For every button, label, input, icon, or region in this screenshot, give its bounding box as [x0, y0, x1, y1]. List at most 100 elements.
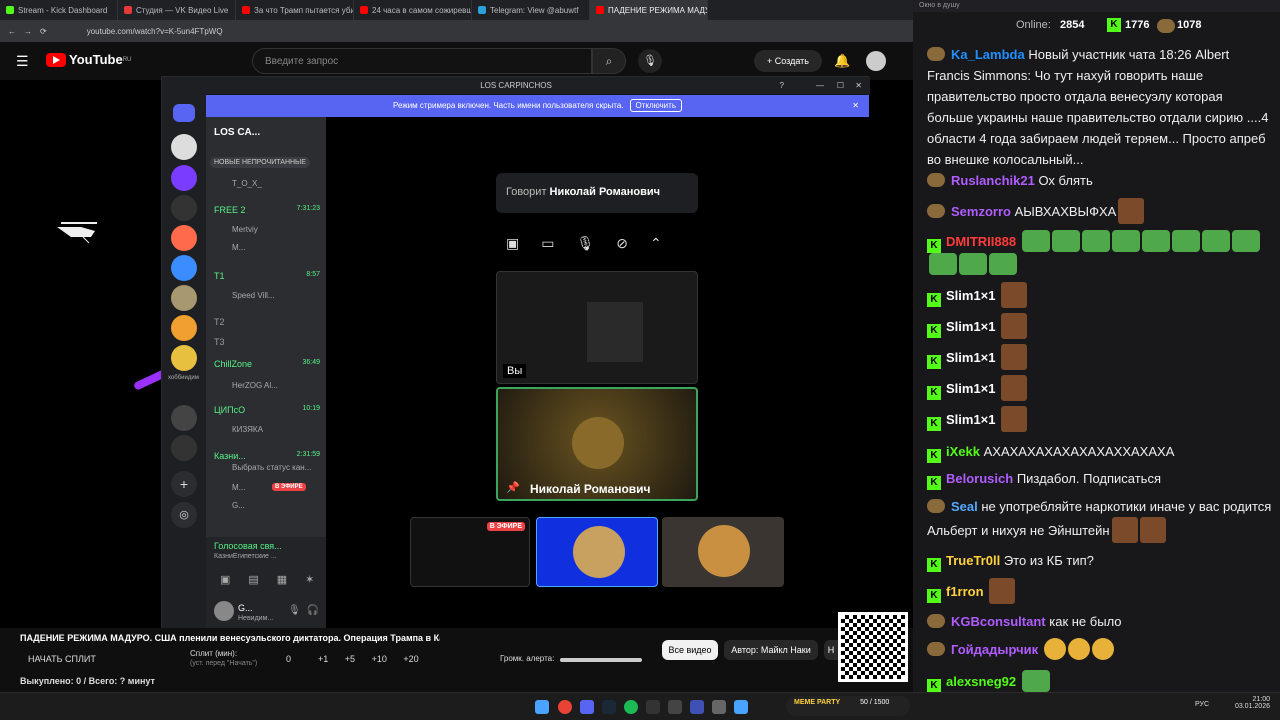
guild-icon[interactable]	[171, 225, 197, 251]
channel-item[interactable]: T2	[214, 317, 225, 327]
chat-username[interactable]: Гойдадырчик	[951, 642, 1038, 657]
mic-icon[interactable]: 🎙	[638, 49, 662, 73]
add-server-icon[interactable]: +	[171, 471, 197, 497]
discord-home-icon[interactable]	[173, 104, 195, 122]
author-chip[interactable]: Автор: Майкл Наки	[724, 640, 818, 660]
chat-username[interactable]: iXekk	[946, 444, 980, 459]
chat-username[interactable]: Ruslanchik21	[951, 173, 1035, 188]
split-increments[interactable]: +1 +5 +10 +20	[318, 654, 419, 664]
channel-item[interactable]: FREE 2	[214, 205, 246, 215]
close-icon[interactable]: ✕	[855, 77, 862, 94]
forward-icon[interactable]: →	[24, 27, 32, 36]
minimize-icon[interactable]: —	[816, 77, 824, 94]
url-text[interactable]: youtube.com/watch?v=K-5un4FTpWQ	[87, 27, 223, 36]
keyboard-language[interactable]: РУС	[1195, 701, 1209, 708]
chat-username[interactable]: Slim1×1	[946, 381, 996, 396]
clock[interactable]: 21:00 03.01.2026	[1228, 696, 1270, 710]
guild-icon[interactable]	[171, 134, 197, 160]
live-tile[interactable]: В ЭФИРЕ	[410, 517, 530, 587]
help-icon[interactable]: ?	[780, 77, 784, 94]
discord-icon[interactable]	[580, 700, 594, 714]
stage-controls[interactable]: ▣▭🎙⊘⌃	[506, 235, 684, 252]
app-icon[interactable]	[734, 700, 748, 714]
disable-streamer-button[interactable]: Отключить	[629, 99, 682, 112]
chrome-icon[interactable]	[558, 700, 572, 714]
avatar[interactable]	[866, 51, 886, 71]
app-icon[interactable]	[646, 700, 660, 714]
participant-tile[interactable]	[536, 517, 658, 587]
chat-username[interactable]: f1rron	[946, 584, 984, 599]
guild-icon[interactable]	[171, 165, 197, 191]
channel-item[interactable]: M...	[232, 243, 245, 252]
user-avatar[interactable]	[214, 601, 234, 621]
back-icon[interactable]: ←	[8, 27, 16, 36]
steam-icon[interactable]	[602, 700, 616, 714]
unread-banner[interactable]: НОВЫЕ НЕПРОЧИТАННЫЕ	[210, 157, 310, 168]
browser-tab[interactable]: Stream - Kick Dashboard	[0, 0, 118, 20]
channel-item[interactable]: Выбрать статус кан...	[232, 463, 311, 472]
search-input[interactable]: Введите запрос	[252, 48, 592, 74]
guild-icon[interactable]	[171, 345, 197, 371]
channel-item[interactable]: ЦИПсО	[214, 405, 245, 415]
next-chip[interactable]: Н	[824, 640, 838, 660]
channel-item[interactable]: Казни...	[214, 451, 246, 461]
app-icon[interactable]	[690, 700, 704, 714]
chat-username[interactable]: Slim1×1	[946, 412, 996, 427]
channel-item[interactable]: T_O_X_	[232, 179, 262, 188]
channel-item[interactable]: Mertviy	[232, 225, 258, 234]
chat-username[interactable]: TrueTr0ll	[946, 553, 1000, 568]
chat-username[interactable]: Slim1×1	[946, 350, 996, 365]
chat-username[interactable]: Semzorro	[951, 204, 1011, 219]
chat-username[interactable]: alexsneg92	[946, 674, 1016, 689]
main-speaker-tile[interactable]: 📌 Николай Романович	[496, 387, 698, 501]
chat-username[interactable]: Slim1×1	[946, 319, 996, 334]
maximize-icon[interactable]: ☐	[837, 77, 844, 94]
channel-item[interactable]: M...	[232, 483, 245, 492]
guild-icon[interactable]	[171, 285, 197, 311]
menu-icon[interactable]: ☰	[16, 53, 29, 70]
voice-status[interactable]: Голосовая свя...	[214, 541, 282, 551]
address-bar[interactable]: ← → ⟳ youtube.com/watch?v=K-5un4FTpWQ	[0, 20, 913, 42]
reload-icon[interactable]: ⟳	[40, 27, 47, 36]
explore-icon[interactable]: ◎	[171, 502, 197, 528]
server-name[interactable]: LOS CA...	[214, 127, 260, 138]
pin-icon[interactable]: 📌	[506, 481, 520, 494]
self-stream-tile[interactable]: Вы	[496, 271, 698, 384]
spotify-icon[interactable]	[624, 700, 638, 714]
app-icon[interactable]	[712, 700, 726, 714]
voice-controls[interactable]: ▣▤▦✶	[220, 573, 332, 586]
browser-tab[interactable]: За что Трамп пытается убить	[236, 0, 354, 20]
browser-tab[interactable]: Студия — VK Видео Live	[118, 0, 236, 20]
chat-username[interactable]: Seal	[951, 499, 978, 514]
channel-item[interactable]: T1	[214, 271, 225, 281]
search-icon[interactable]: ⌕	[592, 48, 626, 74]
browser-tab[interactable]: 24 часа в самом сожиревшем	[354, 0, 472, 20]
chat-username[interactable]: Slim1×1	[946, 288, 996, 303]
channel-item[interactable]: T3	[214, 337, 225, 347]
bell-icon[interactable]: 🔔	[834, 53, 850, 69]
channel-item[interactable]: КИЗЯКА	[232, 425, 263, 434]
obs-icon[interactable]	[668, 700, 682, 714]
voice-channel-name[interactable]: КазниЕгипетские ...	[214, 553, 277, 560]
guild-folder-icon[interactable]	[171, 435, 197, 461]
guild-folder-icon[interactable]	[171, 405, 197, 431]
chat-username[interactable]: KGBconsultant	[951, 614, 1046, 629]
browser-tab[interactable]: Telegram: View @abuwtf	[472, 0, 590, 20]
alert-volume-slider[interactable]	[560, 658, 642, 662]
channel-item[interactable]: ChillZone	[214, 359, 252, 369]
chat-username[interactable]: Belorusich	[946, 471, 1013, 486]
chat-username[interactable]: Ka_Lambda	[951, 47, 1025, 62]
chat-username[interactable]: DMITRII888	[946, 234, 1016, 249]
channel-item[interactable]: HerZOG Al...	[232, 381, 278, 390]
channel-item[interactable]: Speed Vill...	[232, 291, 275, 300]
close-banner-icon[interactable]: ✕	[852, 95, 859, 117]
guild-icon[interactable]	[171, 315, 197, 341]
create-button[interactable]: + Создать	[754, 50, 822, 72]
participant-tile[interactable]	[662, 517, 784, 587]
youtube-logo[interactable]: YouTube RU	[46, 52, 131, 67]
guild-icon[interactable]	[171, 255, 197, 281]
browser-tab[interactable]: ПАДЕНИЕ РЕЖИМА МАДУРО	[590, 0, 708, 20]
guild-icon[interactable]	[171, 195, 197, 221]
channel-item[interactable]: G...	[232, 501, 245, 510]
start-icon[interactable]	[535, 700, 549, 714]
